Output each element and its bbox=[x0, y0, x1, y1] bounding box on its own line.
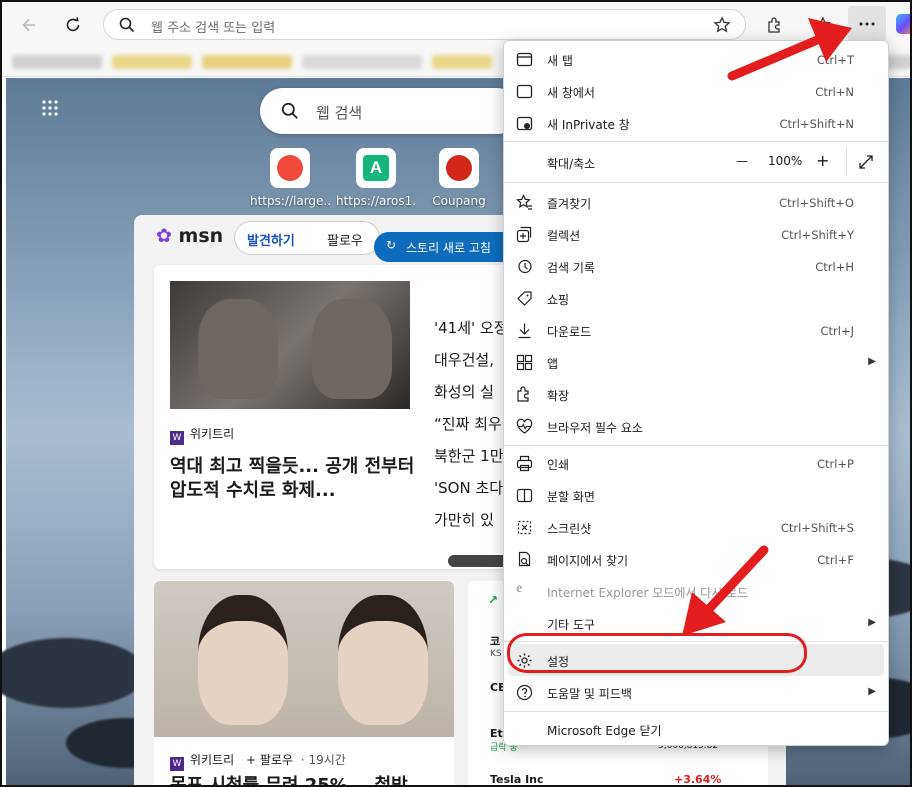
inprivate-icon bbox=[516, 116, 533, 131]
fullscreen-icon[interactable] bbox=[858, 154, 874, 170]
zoom-level: 100% bbox=[768, 154, 803, 168]
news-card[interactable]: W 위키트리 역대 최고 찍을듯... 공개 전부터 압도적 수치로 화제... … bbox=[154, 265, 514, 569]
extensions-icon bbox=[517, 386, 529, 402]
menu-item-apps[interactable]: 앱 ▶ bbox=[504, 346, 888, 378]
news-photo bbox=[170, 281, 410, 409]
blurred-favorite[interactable] bbox=[12, 55, 102, 69]
zoom-out-button[interactable]: — bbox=[736, 154, 748, 168]
print-icon bbox=[516, 455, 533, 472]
quick-link-icon bbox=[270, 148, 310, 188]
web-search-box[interactable]: 웹 검색 bbox=[260, 88, 520, 134]
split-screen-icon bbox=[516, 488, 533, 503]
stock-row[interactable]: Tesla Inc bbox=[490, 773, 544, 785]
screenshot-icon bbox=[517, 520, 532, 535]
collections-icon bbox=[516, 226, 532, 243]
submenu-arrow-icon: ▶ bbox=[868, 686, 876, 697]
quick-link-icon bbox=[439, 148, 479, 188]
quick-link-label: https://large... bbox=[250, 194, 330, 208]
news-photo bbox=[154, 581, 454, 737]
annotation-arrow-icon bbox=[682, 545, 769, 636]
new-window-icon bbox=[516, 84, 533, 99]
new-tab-icon bbox=[516, 52, 533, 67]
quick-link-tile[interactable]: Coupang bbox=[419, 148, 499, 208]
wikitree-logo-icon: W bbox=[170, 757, 184, 771]
address-bar[interactable]: 웹 주소 검색 또는 입력 bbox=[103, 9, 746, 40]
stock-trend-icon: ↗ bbox=[488, 593, 499, 607]
web-search-placeholder: 웹 검색 bbox=[316, 104, 363, 122]
shopping-icon bbox=[517, 291, 532, 306]
ie-icon: e bbox=[516, 581, 523, 596]
menu-item-screenshot[interactable]: 스크린샷 Ctrl+Shift+S bbox=[504, 511, 888, 543]
menu-item-close-edge[interactable]: Microsoft Edge 닫기 bbox=[504, 713, 888, 745]
history-icon bbox=[518, 259, 532, 274]
menu-item-extensions[interactable]: 확장 bbox=[504, 378, 888, 410]
tab-following[interactable]: 팔로우 bbox=[327, 230, 363, 249]
submenu-arrow-icon: ▶ bbox=[868, 617, 876, 628]
download-icon bbox=[518, 323, 531, 339]
submenu-arrow-icon: ▶ bbox=[868, 356, 876, 367]
refresh-button[interactable] bbox=[58, 10, 88, 40]
back-arrow-icon bbox=[22, 18, 35, 32]
news-source: W 위키트리 + 팔로우 · 19시간 bbox=[170, 751, 346, 771]
annotation-arrow-icon bbox=[727, 18, 852, 81]
menu-item-collections[interactable]: 컬렉션 Ctrl+Shift+Y bbox=[504, 218, 888, 250]
menu-item-help-feedback[interactable]: 도움말 및 피드백 ▶ bbox=[504, 676, 888, 708]
blurred-favorite[interactable] bbox=[202, 55, 292, 69]
zoom-controls: — 100% + bbox=[730, 142, 890, 182]
app-launcher-grid-icon[interactable] bbox=[42, 100, 58, 116]
menu-item-downloads[interactable]: 다운로드 Ctrl+J bbox=[504, 314, 888, 346]
blurred-favorite[interactable] bbox=[302, 55, 422, 69]
apps-icon bbox=[516, 354, 533, 371]
news-time: · 19시간 bbox=[300, 753, 346, 767]
quick-link-icon: A bbox=[356, 148, 396, 188]
refresh-icon: ↻ bbox=[386, 238, 397, 252]
news-card[interactable]: W 위키트리 + 팔로우 · 19시간 목표 시청률 무려 25%... 철방 bbox=[154, 581, 454, 785]
refresh-icon bbox=[66, 17, 80, 32]
news-headline[interactable]: 역대 최고 찍을듯... 공개 전부터 압도적 수치로 화제... bbox=[170, 455, 415, 503]
zoom-in-button[interactable]: + bbox=[816, 151, 829, 170]
follow-button[interactable]: + 팔로우 bbox=[246, 753, 293, 767]
quick-link-tile[interactable]: A https://aros1... bbox=[336, 148, 416, 208]
refresh-stories-button[interactable]: ↻ 스토리 새로 고침 bbox=[374, 232, 524, 262]
blurred-favorite[interactable] bbox=[432, 55, 492, 69]
menu-item-browser-essentials[interactable]: 브라우저 필수 요소 bbox=[504, 410, 888, 442]
menu-item-split-screen[interactable]: 분할 화면 bbox=[504, 479, 888, 511]
tab-discover[interactable]: 발견하기 bbox=[247, 230, 295, 249]
menu-item-shopping[interactable]: 쇼핑 bbox=[504, 282, 888, 314]
search-icon bbox=[119, 17, 135, 33]
wikitree-logo-icon: W bbox=[170, 431, 184, 445]
menu-item-print[interactable]: 인쇄 Ctrl+P bbox=[504, 447, 888, 479]
help-icon bbox=[516, 684, 533, 701]
msn-tab-group: 발견하기 팔로우 bbox=[234, 221, 380, 255]
stock-row[interactable]: 코 KS bbox=[490, 633, 502, 659]
msn-logo[interactable]: ✿ msn bbox=[156, 225, 223, 247]
copilot-icon[interactable] bbox=[896, 14, 910, 34]
quick-link-label: Coupang bbox=[432, 194, 486, 208]
quick-link-label: https://aros1... bbox=[336, 194, 416, 208]
stock-change: +3.64% bbox=[674, 773, 722, 786]
news-headline[interactable]: 목표 시청률 무려 25%... 철방 bbox=[170, 771, 408, 785]
find-icon bbox=[518, 551, 531, 567]
essentials-icon bbox=[516, 418, 533, 434]
search-icon bbox=[281, 102, 298, 119]
menu-item-inprivate[interactable]: 새 InPrivate 창 Ctrl+Shift+N bbox=[504, 107, 888, 139]
menu-item-zoom: 확대/축소 — 100% + bbox=[504, 142, 888, 182]
back-button[interactable] bbox=[14, 10, 44, 40]
menu-item-favorites[interactable]: 즐겨찾기 Ctrl+Shift+O bbox=[504, 186, 888, 218]
menu-item-history[interactable]: 검색 기록 Ctrl+H bbox=[504, 250, 888, 282]
news-source: W 위키트리 bbox=[170, 425, 234, 445]
blurred-favorite[interactable] bbox=[112, 55, 192, 69]
quick-link-tile[interactable]: https://large... bbox=[250, 148, 330, 208]
address-placeholder: 웹 주소 검색 또는 입력 bbox=[151, 21, 276, 36]
favorites-icon bbox=[516, 194, 532, 210]
browser-window: 웹 주소 검색 또는 입력 웹 검색 https://large... A ht… bbox=[0, 0, 912, 787]
